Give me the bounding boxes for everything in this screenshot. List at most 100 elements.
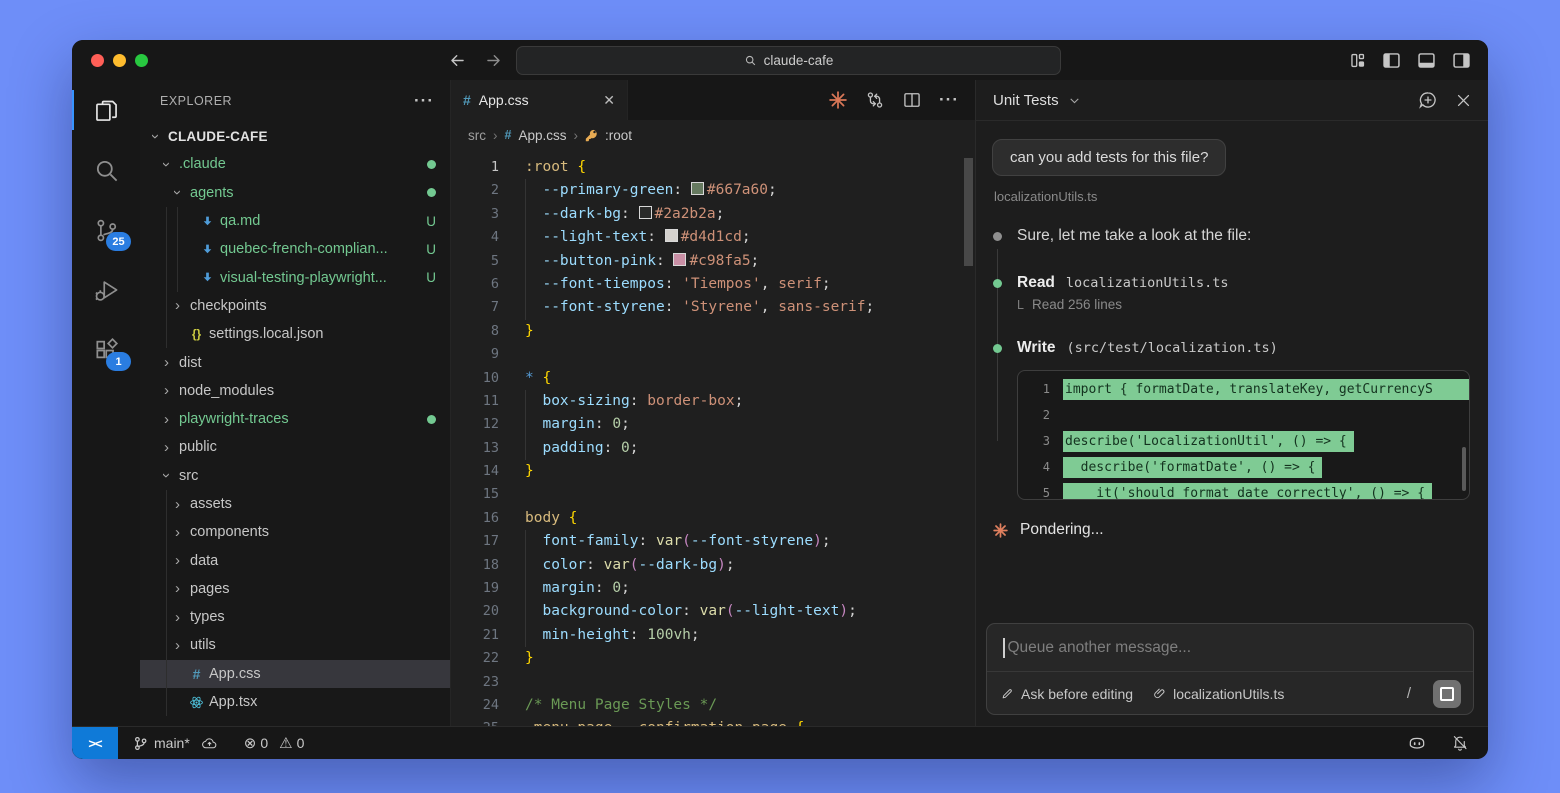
code-line-23[interactable]: 23 (451, 671, 975, 694)
tree-item-components[interactable]: › components (140, 518, 450, 547)
code-line-14[interactable]: 14} (451, 460, 975, 483)
attached-file-chip[interactable]: localizationUtils.ts (1153, 686, 1284, 702)
slash-command-hint[interactable]: / (1407, 685, 1411, 702)
zoom-window-button[interactable] (135, 53, 148, 67)
search-view-icon[interactable] (72, 140, 140, 200)
close-panel-icon[interactable] (1455, 92, 1472, 109)
chat-input-placeholder[interactable]: Queue another message... (1008, 639, 1192, 657)
line-number: 4 (490, 229, 499, 246)
color-swatch[interactable] (673, 252, 687, 266)
explorer-more-actions-icon[interactable]: ··· (414, 92, 434, 109)
tree-item-types[interactable]: › types (140, 603, 450, 632)
remote-indicator[interactable]: >< (72, 727, 118, 759)
problems-status[interactable]: ⊗ 0 ⚠ 0 (244, 735, 305, 751)
source-control-view-icon[interactable]: 25 (72, 200, 140, 260)
editor-scrollbar[interactable] (964, 158, 973, 266)
tree-item-quebec-french-complian-[interactable]: quebec-french-complian... U (140, 235, 450, 264)
code-line-1[interactable]: 1:root { (451, 156, 975, 179)
tree-item-playwright-traces[interactable]: › playwright-traces (140, 405, 450, 433)
tree-item--claude[interactable]: › .claude (140, 150, 450, 178)
edit-mode-selector[interactable]: Ask before editing (1001, 686, 1133, 702)
toggle-secondary-sidebar-icon[interactable] (1451, 50, 1472, 71)
extensions-view-icon[interactable]: 1 (72, 320, 140, 380)
tree-item-app-tsx[interactable]: App.tsx (140, 687, 450, 717)
code-line-9[interactable]: 9 (451, 343, 975, 366)
code-line-7[interactable]: 7 --font-styrene: 'Styrene', sans-serif; (451, 296, 975, 320)
breadcrumb[interactable]: src › # App.css › :root (451, 120, 975, 150)
explorer-view-icon[interactable] (72, 80, 140, 140)
diff-scrollbar[interactable] (1462, 447, 1466, 491)
stop-button[interactable] (1433, 679, 1461, 708)
minimize-window-button[interactable] (113, 53, 126, 67)
tool-step-read[interactable]: Read localizationUtils.ts (992, 274, 1472, 292)
chevron-down-icon[interactable] (1068, 94, 1081, 107)
toggle-panel-icon[interactable] (1416, 50, 1437, 71)
code-editor[interactable]: 1:root {2 --primary-green: #667a60; 3 --d… (451, 156, 975, 727)
breadcrumb-file[interactable]: App.css (518, 128, 566, 143)
git-branch-status[interactable]: main* (133, 735, 218, 752)
tab-close-icon[interactable]: ✕ (603, 92, 615, 109)
tree-item-claude-cafe[interactable]: › CLAUDE-CAFE (140, 122, 450, 150)
tree-item-data[interactable]: › data (140, 546, 450, 575)
chevron-closed-icon: › (175, 608, 180, 626)
code-line-19[interactable]: 19 margin: 0; (451, 577, 975, 601)
close-window-button[interactable] (91, 53, 104, 67)
open-changes-icon[interactable] (865, 90, 885, 110)
code-line-16[interactable]: 16 body { (451, 507, 975, 530)
code-line-20[interactable]: 20 background-color: var(--light-text); (451, 600, 975, 624)
code-line-24[interactable]: 24 /* Menu Page Styles */ (451, 694, 975, 717)
breadcrumb-symbol[interactable]: :root (605, 128, 632, 143)
code-line-13[interactable]: 13 padding: 0; (451, 436, 975, 461)
tree-item-src[interactable]: › src (140, 462, 450, 490)
forward-button[interactable] (484, 51, 503, 70)
tree-item-qa-md[interactable]: qa.md U (140, 206, 450, 236)
split-editor-icon[interactable] (902, 90, 922, 110)
tree-item-checkpoints[interactable]: › checkpoints (140, 291, 450, 321)
tab-app-css[interactable]: # App.css ✕ (451, 80, 628, 120)
tree-item-settings-local-json[interactable]: {} settings.local.json (140, 320, 450, 349)
copilot-icon[interactable] (1407, 733, 1427, 753)
tree-item-app-css[interactable]: # App.css (140, 659, 450, 688)
code-line-10[interactable]: 10 * { (451, 367, 975, 390)
tree-item-pages[interactable]: › pages (140, 574, 450, 604)
code-line-8[interactable]: 8} (451, 320, 975, 343)
context-file-label[interactable]: localizationUtils.ts (994, 189, 1472, 204)
tree-item-utils[interactable]: › utils (140, 631, 450, 660)
code-line-18[interactable]: 18 color: var(--dark-bg); (451, 553, 975, 578)
diff-code-block[interactable]: 1 import { formatDate, translateKey, getC… (1017, 370, 1470, 500)
code-line-22[interactable]: 22} (451, 647, 975, 670)
code-line-11[interactable]: 11 box-sizing: border-box; (451, 389, 975, 414)
git-changes-dot (427, 188, 436, 198)
breadcrumb-folder[interactable]: src (468, 128, 486, 143)
editor-more-actions-icon[interactable]: ··· (939, 90, 959, 110)
code-line-2[interactable]: 2 --primary-green: #667a60; (451, 179, 975, 203)
tree-item-node-modules[interactable]: › node_modules (140, 377, 450, 405)
code-line-15[interactable]: 15 (451, 483, 975, 506)
code-line-17[interactable]: 17 font-family: var(--font-styrene); (451, 530, 975, 554)
run-debug-view-icon[interactable] (72, 260, 140, 320)
code-line-6[interactable]: 6 --font-tiempos: 'Tiempos', serif; (451, 272, 975, 297)
code-line-4[interactable]: 4 --light-text: #d4d1cd; (451, 226, 975, 250)
back-button[interactable] (448, 51, 467, 70)
color-swatch[interactable] (664, 229, 678, 243)
chat-input-box[interactable]: Queue another message... Ask before edit… (986, 623, 1474, 715)
color-swatch[interactable] (690, 182, 704, 196)
toggle-primary-sidebar-icon[interactable] (1381, 50, 1402, 71)
tree-item-agents[interactable]: › agents (140, 179, 450, 207)
new-chat-icon[interactable] (1418, 90, 1438, 110)
code-line-12[interactable]: 12 margin: 0; (451, 413, 975, 437)
color-swatch[interactable] (638, 205, 652, 219)
tool-step-write[interactable]: Write (src/test/localization.ts) (992, 339, 1472, 357)
tree-item-public[interactable]: › public (140, 433, 450, 461)
code-line-21[interactable]: 21 min-height: 100vh; (451, 623, 975, 648)
tree-item-visual-testing-playwright-[interactable]: visual-testing-playwright... U (140, 263, 450, 292)
activity-bar: 25 1 (72, 80, 140, 727)
tree-item-dist[interactable]: › dist (140, 348, 450, 376)
code-line-3[interactable]: 3 --dark-bg: #2a2b2a; (451, 202, 975, 227)
tree-item-assets[interactable]: › assets (140, 489, 450, 519)
claude-code-icon[interactable] (828, 90, 848, 110)
notifications-muted-icon[interactable] (1451, 734, 1469, 752)
customize-layout-icon[interactable] (1348, 51, 1367, 70)
command-center-search[interactable]: claude-cafe (516, 46, 1061, 75)
code-line-5[interactable]: 5 --button-pink: #c98fa5; (451, 249, 975, 273)
